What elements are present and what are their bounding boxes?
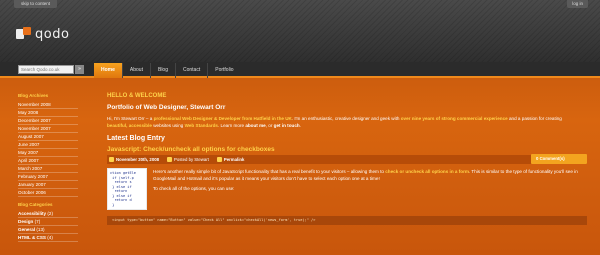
navigation-bar <box>0 62 600 78</box>
category-name: HTML & CSS <box>18 235 46 240</box>
category-name: Accessibility <box>18 211 47 216</box>
intro-text: . I'm an enthusiastic, creative designer… <box>291 116 401 121</box>
post-text-span: Here's another really simple bit of Java… <box>153 169 386 174</box>
post-thumbnail: ction getEle if (self.p return s } else … <box>107 168 147 210</box>
welcome-heading: HELLO & WELCOME <box>107 93 167 99</box>
archive-link[interactable]: August 2007 <box>18 133 78 141</box>
intro-text: . Learn more <box>217 123 246 128</box>
calendar-icon <box>109 157 114 163</box>
archives-heading: Blog Archives <box>18 93 49 98</box>
portfolio-title: Portfolio of Web Designer, Stewart Orr <box>107 104 226 111</box>
tab-blog[interactable]: Blog <box>149 63 175 78</box>
archive-link[interactable]: February 2007 <box>18 173 78 181</box>
archive-link[interactable]: November 2007 <box>18 125 78 133</box>
category-link[interactable]: General (13) <box>18 226 78 234</box>
main-content: HELLO & WELCOME Portfolio of Web Designe… <box>107 93 587 225</box>
category-link[interactable]: Accessibility (2) <box>18 210 78 218</box>
archive-link[interactable]: October 2006 <box>18 189 78 197</box>
intro-highlight: beautiful, accessible <box>107 123 152 128</box>
site-logo[interactable]: qodo <box>16 26 69 42</box>
pencil-icon <box>167 157 172 163</box>
permalink[interactable]: Permalink <box>216 156 245 163</box>
category-count: (2) <box>47 211 53 216</box>
header-texture <box>0 0 600 62</box>
archive-link[interactable]: January 2007 <box>18 181 78 189</box>
post-title-link[interactable]: Javascript: Check/uncheck all options fo… <box>107 146 587 153</box>
sidebar: Blog Archives November 2008 May 2008 Dec… <box>18 93 78 242</box>
category-link[interactable]: HTML & CSS (4) <box>18 234 78 242</box>
get-in-touch-link[interactable]: get in touch <box>274 123 300 128</box>
login-link[interactable]: log in <box>567 0 588 8</box>
search-input[interactable] <box>18 65 74 74</box>
post-meta-bar: November 20th, 2008 Posted by Stewart Pe… <box>107 154 587 164</box>
code-snippet: <input type="button" name="Button" value… <box>107 216 587 225</box>
link-icon <box>216 157 222 163</box>
intro-text: websites using <box>151 123 185 128</box>
category-count: (4) <box>47 235 53 240</box>
latest-blog-heading: Latest Blog Entry <box>107 135 165 142</box>
tab-portfolio[interactable]: Portfolio <box>207 63 240 78</box>
post-body: ction getEle if (self.p return s } else … <box>107 168 587 210</box>
intro-text: Hi, I'm Stewart Orr – a <box>107 116 154 121</box>
intro-highlight: Web Standards <box>184 123 218 128</box>
permalink-text: Permalink <box>223 156 245 162</box>
archive-link[interactable]: December 2007 <box>18 117 78 125</box>
thumbnail-code: ction getEle if (self.p return s } else … <box>110 171 136 207</box>
comments-text: 0 Comment(s) <box>536 156 565 161</box>
post-text: Here's another really simple bit of Java… <box>153 168 587 210</box>
category-count: (13) <box>36 227 45 232</box>
intro-highlight: professional Web Designer & Developer fr… <box>153 116 292 121</box>
intro-text: , or <box>265 123 274 128</box>
main-nav: Home About Blog Contact Portfolio <box>94 63 241 78</box>
search-submit-button[interactable]: » <box>75 65 84 74</box>
intro-text: and a passion for creating <box>507 116 562 121</box>
logo-mark-icon <box>16 27 32 41</box>
category-count: (7) <box>34 219 41 224</box>
tab-home[interactable]: Home <box>94 63 122 78</box>
tab-about[interactable]: About <box>121 63 150 78</box>
archive-link[interactable]: June 2007 <box>18 141 78 149</box>
intro-text: . <box>299 123 301 128</box>
archive-link[interactable]: November 2008 <box>18 101 78 109</box>
comments-badge[interactable]: 0 Comment(s) <box>531 154 587 164</box>
archive-link[interactable]: April 2007 <box>18 157 78 165</box>
archive-link[interactable]: March 2007 <box>18 165 78 173</box>
post-paragraph: To check all of the options, you can use… <box>153 186 235 191</box>
archive-link[interactable]: May 2008 <box>18 109 78 117</box>
intro-paragraph: Hi, I'm Stewart Orr – a professional Web… <box>107 115 577 129</box>
category-name: Design <box>18 219 34 224</box>
categories-heading: Blog Categories <box>18 202 53 207</box>
site-header: skip to content log in qodo <box>0 0 600 62</box>
logo-text: qodo <box>35 26 70 42</box>
post-date-text: November 20th, 2008 <box>116 156 159 162</box>
post-paragraph: Here's another really simple bit of Java… <box>153 168 587 182</box>
archive-link[interactable]: May 2007 <box>18 149 78 157</box>
post-author: Posted by Stewart <box>167 156 209 163</box>
post-author-text: Posted by Stewart <box>174 156 209 162</box>
skip-to-content-link[interactable]: skip to content <box>14 0 58 8</box>
intro-highlight: over nine years of strong commercial exp… <box>400 116 508 121</box>
post-highlight: check or uncheck all options in a form <box>385 169 469 174</box>
about-me-link[interactable]: about me <box>245 123 265 128</box>
tab-contact[interactable]: Contact <box>175 63 207 78</box>
post-date: November 20th, 2008 <box>109 156 159 163</box>
category-name: General <box>18 227 36 232</box>
category-link[interactable]: Design (7) <box>18 218 78 226</box>
